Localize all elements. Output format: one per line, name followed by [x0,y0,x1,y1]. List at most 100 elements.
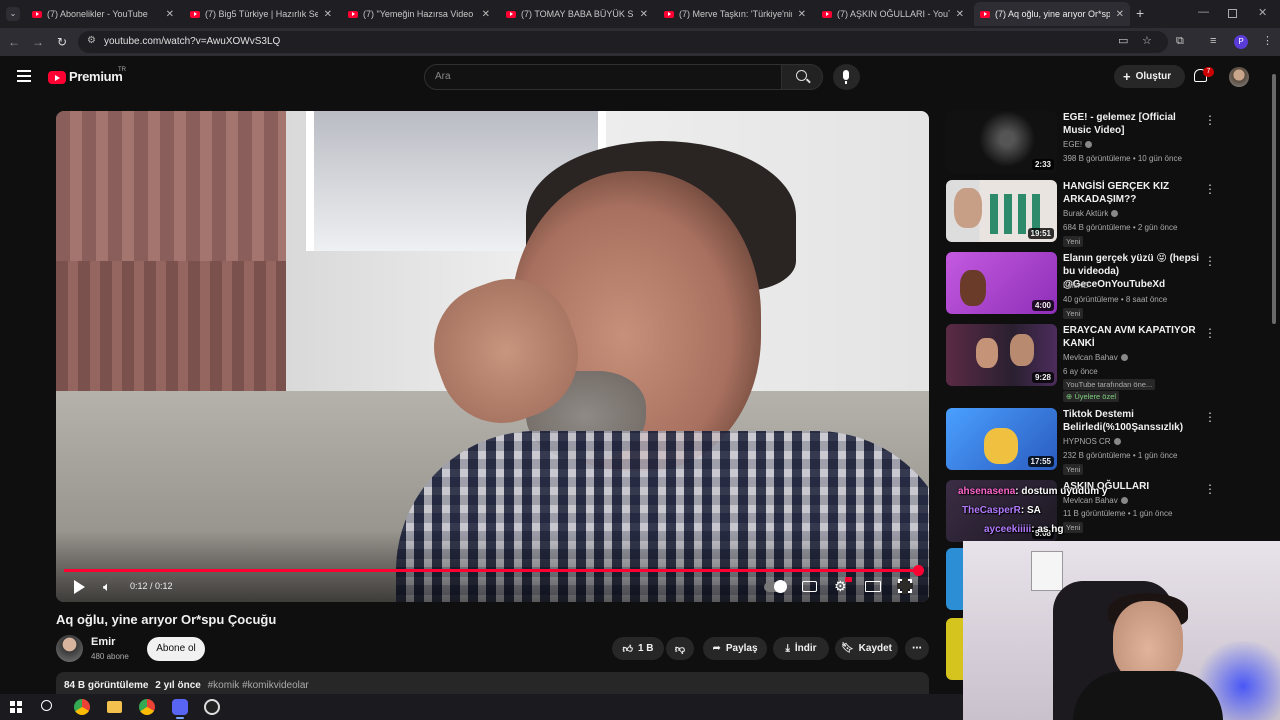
file-explorer-icon[interactable] [107,701,122,713]
progress-bar[interactable] [64,569,918,572]
close-icon[interactable]: ✕ [482,9,490,20]
recommended-channel[interactable]: Mevlcan Bahav [1063,496,1128,505]
fullscreen-icon-gap-v [897,583,913,589]
video-player[interactable] [56,111,929,602]
close-icon[interactable]: ✕ [798,9,806,20]
more-horizontal-icon: ⋯ [912,643,922,654]
video-thumbnail[interactable]: 19:51 [946,180,1057,242]
page-scrollbar-thumb[interactable] [1272,74,1276,324]
microphone-stand [845,81,847,84]
video-thumbnail[interactable]: 2:33 [946,111,1057,173]
video-thumbnail[interactable]: 4:00 [946,252,1057,314]
bookmark-star-icon[interactable]: ☆ [1142,34,1152,47]
browser-tab[interactable]: (7) Merve Taşkın: 'Türkiye'nin B ✕ [658,2,812,26]
recommended-video[interactable]: 9:28 ERAYCAN AVM KAPATIYOR KANKİ Mevlcan… [946,324,1246,404]
video-thumbnail[interactable]: 9:28 [946,324,1057,386]
volume-icon[interactable]: 🔈︎ [103,579,111,595]
recommended-channel[interactable]: EGE! [1063,140,1093,149]
logo-text[interactable]: Premium [69,69,123,84]
maximize-icon[interactable] [1228,9,1237,18]
browser-tab[interactable]: (7) Abonelikler - YouTube ✕ [26,2,180,26]
recommended-video[interactable]: 19:51 HANGİSİ GERÇEK KIZ ARKADAŞIM?? Bur… [946,180,1246,247]
taskbar-search-icon[interactable] [41,700,52,711]
profile-avatar[interactable]: P [1234,35,1248,49]
subtitles-icon[interactable] [802,581,817,592]
subscribe-button[interactable]: Abone ol [147,637,205,661]
save-button[interactable]: 🔖︎ Kaydet [835,637,898,660]
recommended-channel[interactable]: Burak Aktürk [1063,209,1119,218]
obs-icon[interactable] [204,699,220,715]
create-button[interactable]: + Oluştur [1114,65,1185,88]
new-badge: Yeni [1063,464,1084,475]
site-info-icon[interactable]: ⚙ [87,35,96,46]
recommended-title[interactable]: EGE! - gelemez [Official Music Video] [1063,111,1203,137]
search-button[interactable] [781,64,823,90]
recommended-title[interactable]: HANGİSİ GERÇEK KIZ ARKADAŞIM?? [1063,180,1203,206]
channel-avatar[interactable] [56,635,83,662]
recommended-channel[interactable]: HYPNOS CR [1063,437,1121,446]
video-thumbnail-partial[interactable] [946,548,963,610]
recommended-video[interactable]: 2:33 EGE! - gelemez [Official Music Vide… [946,111,1246,173]
more-vertical-icon[interactable]: ⋮ [1204,410,1216,424]
more-vertical-icon[interactable]: ⋮ [1204,482,1216,496]
close-icon[interactable]: ✕ [1116,9,1124,20]
chrome-menu-icon[interactable]: ⋮ [1262,34,1273,47]
play-icon[interactable] [74,580,85,594]
close-icon[interactable]: ✕ [166,9,174,20]
share-button[interactable]: ➦ Paylaş [703,637,767,660]
extensions-icon[interactable]: ⧉ [1176,35,1184,48]
like-button[interactable]: 👍︎ 1 B [612,637,664,660]
account-avatar[interactable] [1229,67,1249,87]
recommended-video[interactable]: 17:55 Tiktok Destemi Belirledi(%100Şanss… [946,408,1246,475]
windows-start-icon[interactable] [10,701,22,713]
address-bar[interactable]: ⚙ youtube.com/watch?v=AwuXOWvS3LQ ▭ ☆ [78,31,1168,53]
close-icon[interactable]: ✕ [956,9,964,20]
voice-search-button[interactable] [833,64,860,90]
more-vertical-icon[interactable]: ⋮ [1204,182,1216,196]
tab-search-icon[interactable]: ⌄ [6,7,20,21]
new-tab-icon[interactable]: + [1136,5,1144,21]
chrome-icon[interactable] [74,699,90,715]
window-close-icon[interactable]: ✕ [1258,6,1267,19]
chrome-icon[interactable] [139,699,155,715]
channel-name[interactable]: Emir [91,636,115,648]
recommended-channel[interactable]: Mevlcan Bahav [1063,353,1128,362]
reload-icon[interactable]: ↻ [54,34,70,50]
youtube-logo-icon[interactable] [48,71,66,84]
more-vertical-icon[interactable]: ⋮ [1204,113,1216,127]
microphone-icon [843,70,849,80]
video-thumbnail-partial[interactable] [946,618,963,680]
download-button[interactable]: ⤓ İndir [773,637,829,660]
tab-title: (7) Big5 Türkiye | Hazırlık Sezon [205,9,318,19]
autoplay-toggle[interactable] [764,580,787,593]
video-thumbnail[interactable]: 17:55 [946,408,1057,470]
recommended-meta: 11 B görüntüleme • 1 gün önce [1063,509,1173,518]
close-icon[interactable]: ✕ [640,9,648,20]
back-icon[interactable]: ← [6,34,22,50]
dislike-button[interactable]: 👎︎ [666,637,694,660]
recommended-video[interactable]: 4:00 Elanın gerçek yüzü 😝 (hepsi bu vide… [946,252,1246,319]
recommended-channel[interactable]: LoisXD [1063,281,1089,290]
plus-icon: + [1123,69,1131,84]
progress-scrubber-handle[interactable] [913,565,924,576]
browser-tab-active[interactable]: (7) Aq oğlu, yine arıyor Or*spu ✕ [974,2,1130,26]
browser-tab[interactable]: (7) AŞKIN OĞULLARI - YouTube ✕ [816,2,970,26]
close-icon[interactable]: ✕ [324,9,332,20]
minimize-icon[interactable]: — [1198,6,1209,18]
recommended-title[interactable]: ERAYCAN AVM KAPATIYOR KANKİ [1063,324,1203,350]
discord-icon[interactable] [172,699,188,715]
hamburger-menu-icon[interactable] [17,70,31,82]
browser-tab[interactable]: (7) TOMAY BABA BÜYÜK SIRRI ✕ [500,2,654,26]
more-vertical-icon[interactable]: ⋮ [1204,254,1216,268]
theater-mode-icon[interactable] [865,581,881,592]
hashtags[interactable]: #komik #komikvideolar [208,680,309,691]
browser-tab[interactable]: (7) "Yemeğin Hazırsa Video Ha ✕ [342,2,496,26]
cast-icon[interactable]: ▭ [1118,34,1128,47]
forward-icon[interactable]: → [30,34,46,50]
more-vertical-icon[interactable]: ⋮ [1204,326,1216,340]
search-input[interactable]: Ara [424,64,782,90]
media-controls-icon[interactable]: ≡ [1210,35,1216,47]
more-actions-button[interactable]: ⋯ [905,637,929,660]
recommended-title[interactable]: Tiktok Destemi Belirledi(%100Şanssızlık) [1063,408,1203,434]
browser-tab[interactable]: (7) Big5 Türkiye | Hazırlık Sezon ✕ [184,2,338,26]
